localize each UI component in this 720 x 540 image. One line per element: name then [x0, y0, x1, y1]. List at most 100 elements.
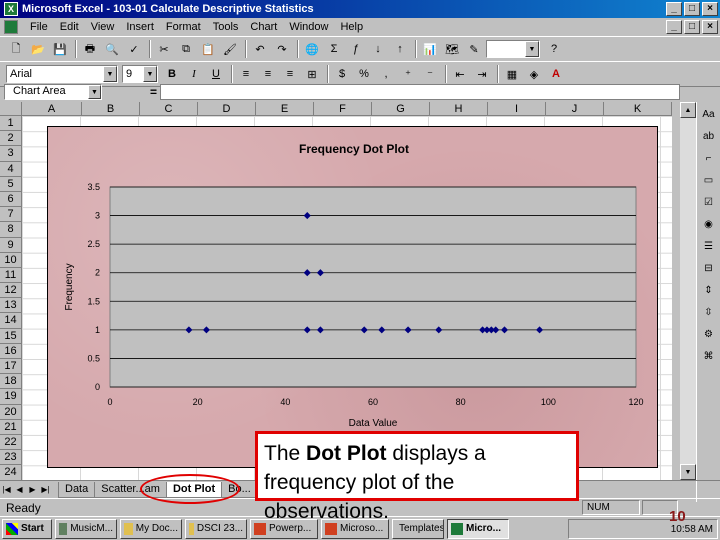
font-name-select[interactable]: Arial ▼: [6, 65, 118, 83]
print-icon[interactable]: 🖶: [80, 39, 100, 59]
bold-button[interactable]: B: [162, 64, 182, 84]
menu-edit[interactable]: Edit: [54, 21, 85, 33]
row-header[interactable]: 20: [0, 404, 22, 420]
maximize-button[interactable]: □: [684, 2, 700, 16]
help-icon[interactable]: ?: [544, 39, 564, 59]
start-button[interactable]: Start: [2, 518, 52, 539]
row-header[interactable]: 23: [0, 450, 22, 466]
column-header[interactable]: G: [372, 102, 430, 116]
chart-title[interactable]: Frequency Dot Plot: [299, 142, 409, 156]
column-header[interactable]: D: [198, 102, 256, 116]
align-right-icon[interactable]: ≡: [280, 64, 300, 84]
function-icon[interactable]: ƒ: [346, 39, 366, 59]
print-preview-icon[interactable]: 🔍: [102, 39, 122, 59]
row-header[interactable]: 19: [0, 389, 22, 405]
copy-icon[interactable]: ⧉: [176, 39, 196, 59]
workbook-minimize-button[interactable]: _: [666, 20, 682, 34]
plot-area[interactable]: [109, 186, 637, 388]
column-header[interactable]: I: [488, 102, 546, 116]
row-header[interactable]: 21: [0, 419, 22, 435]
column-header[interactable]: B: [82, 102, 140, 116]
edit-box-icon[interactable]: ab: [699, 126, 719, 146]
formula-input[interactable]: [160, 84, 680, 100]
last-sheet-icon[interactable]: ▶|: [39, 483, 52, 497]
row-header[interactable]: 5: [0, 176, 22, 192]
column-header[interactable]: A: [22, 102, 82, 116]
currency-icon[interactable]: $: [332, 64, 352, 84]
zoom-combo[interactable]: ▼: [486, 40, 540, 58]
select-all-corner[interactable]: [0, 102, 22, 116]
row-header[interactable]: 4: [0, 161, 22, 177]
chart-wizard-icon[interactable]: 📊: [420, 39, 440, 59]
taskbar-item[interactable]: My Doc...: [120, 518, 182, 539]
next-sheet-icon[interactable]: ▶: [26, 483, 39, 497]
decrease-decimal-icon[interactable]: ⁻: [420, 64, 440, 84]
italic-button[interactable]: I: [184, 64, 204, 84]
scroll-up-icon[interactable]: ▲: [680, 102, 696, 118]
row-header[interactable]: 2: [0, 131, 22, 147]
save-icon[interactable]: 💾: [50, 39, 70, 59]
menu-file[interactable]: File: [24, 21, 54, 33]
column-header[interactable]: F: [314, 102, 372, 116]
autosum-icon[interactable]: Σ: [324, 39, 344, 59]
row-header[interactable]: 17: [0, 359, 22, 375]
row-header[interactable]: 8: [0, 222, 22, 238]
label-icon[interactable]: Aa: [699, 104, 719, 124]
column-header[interactable]: C: [140, 102, 198, 116]
merge-center-icon[interactable]: ⊞: [302, 64, 322, 84]
menu-insert[interactable]: Insert: [120, 21, 160, 33]
tab-data[interactable]: Data: [58, 481, 96, 498]
redo-icon[interactable]: ↷: [272, 39, 292, 59]
row-header[interactable]: 13: [0, 298, 22, 314]
font-color-icon[interactable]: A: [546, 64, 566, 84]
edit-code-icon[interactable]: ⌘: [699, 346, 719, 366]
row-header[interactable]: 3: [0, 146, 22, 162]
row-header[interactable]: 22: [0, 434, 22, 451]
open-icon[interactable]: 📂: [28, 39, 48, 59]
menu-view[interactable]: View: [85, 21, 121, 33]
workbook-icon[interactable]: [4, 20, 18, 34]
row-header[interactable]: 14: [0, 313, 22, 329]
font-size-select[interactable]: 9 ▼: [122, 65, 158, 83]
sort-ascending-icon[interactable]: ↓: [368, 39, 388, 59]
chart-area[interactable]: Frequency Dot Plot 0 0.5 1 1.5 2 2.5 3 3.5 0 20 4…: [47, 126, 658, 468]
align-left-icon[interactable]: ≡: [236, 64, 256, 84]
drawing-icon[interactable]: ✎: [464, 39, 484, 59]
row-header[interactable]: 24: [0, 465, 22, 481]
scroll-down-icon[interactable]: ▼: [680, 464, 696, 480]
borders-icon[interactable]: ▦: [502, 64, 522, 84]
spinner-icon[interactable]: ⇳: [699, 302, 719, 322]
new-icon[interactable]: 🗋: [6, 39, 26, 59]
row-header[interactable]: 18: [0, 374, 22, 390]
row-header[interactable]: 1: [0, 116, 22, 132]
menu-help[interactable]: Help: [334, 21, 369, 33]
row-header[interactable]: 7: [0, 207, 22, 223]
menu-window[interactable]: Window: [283, 21, 334, 33]
map-icon[interactable]: 🗺: [442, 39, 462, 59]
decrease-indent-icon[interactable]: ⇤: [450, 64, 470, 84]
checkbox-icon[interactable]: ☑: [699, 192, 719, 212]
align-center-icon[interactable]: ≡: [258, 64, 278, 84]
format-painter-icon[interactable]: 🖌: [220, 39, 240, 59]
clock[interactable]: 10:58 AM: [671, 524, 713, 535]
increase-decimal-icon[interactable]: ⁺: [398, 64, 418, 84]
comma-icon[interactable]: ,: [376, 64, 396, 84]
name-box[interactable]: Chart Area ▼: [4, 84, 102, 100]
minimize-button[interactable]: _: [666, 2, 682, 16]
percent-icon[interactable]: %: [354, 64, 374, 84]
properties-icon[interactable]: ⚙: [699, 324, 719, 344]
row-header[interactable]: 11: [0, 267, 22, 284]
vertical-scrollbar[interactable]: ▲ ▼: [680, 102, 696, 480]
taskbar-item[interactable]: DSCI 23...: [185, 518, 247, 539]
paste-icon[interactable]: 📋: [198, 39, 218, 59]
underline-button[interactable]: U: [206, 64, 226, 84]
cut-icon[interactable]: ✂: [154, 39, 174, 59]
close-button[interactable]: ×: [702, 2, 718, 16]
row-header[interactable]: 15: [0, 328, 22, 344]
first-sheet-icon[interactable]: |◀: [0, 483, 13, 497]
column-header[interactable]: K: [604, 102, 672, 116]
row-header[interactable]: 9: [0, 237, 22, 253]
row-header[interactable]: 10: [0, 252, 22, 268]
sort-descending-icon[interactable]: ↑: [390, 39, 410, 59]
y-axis-label[interactable]: Frequency: [64, 263, 75, 310]
